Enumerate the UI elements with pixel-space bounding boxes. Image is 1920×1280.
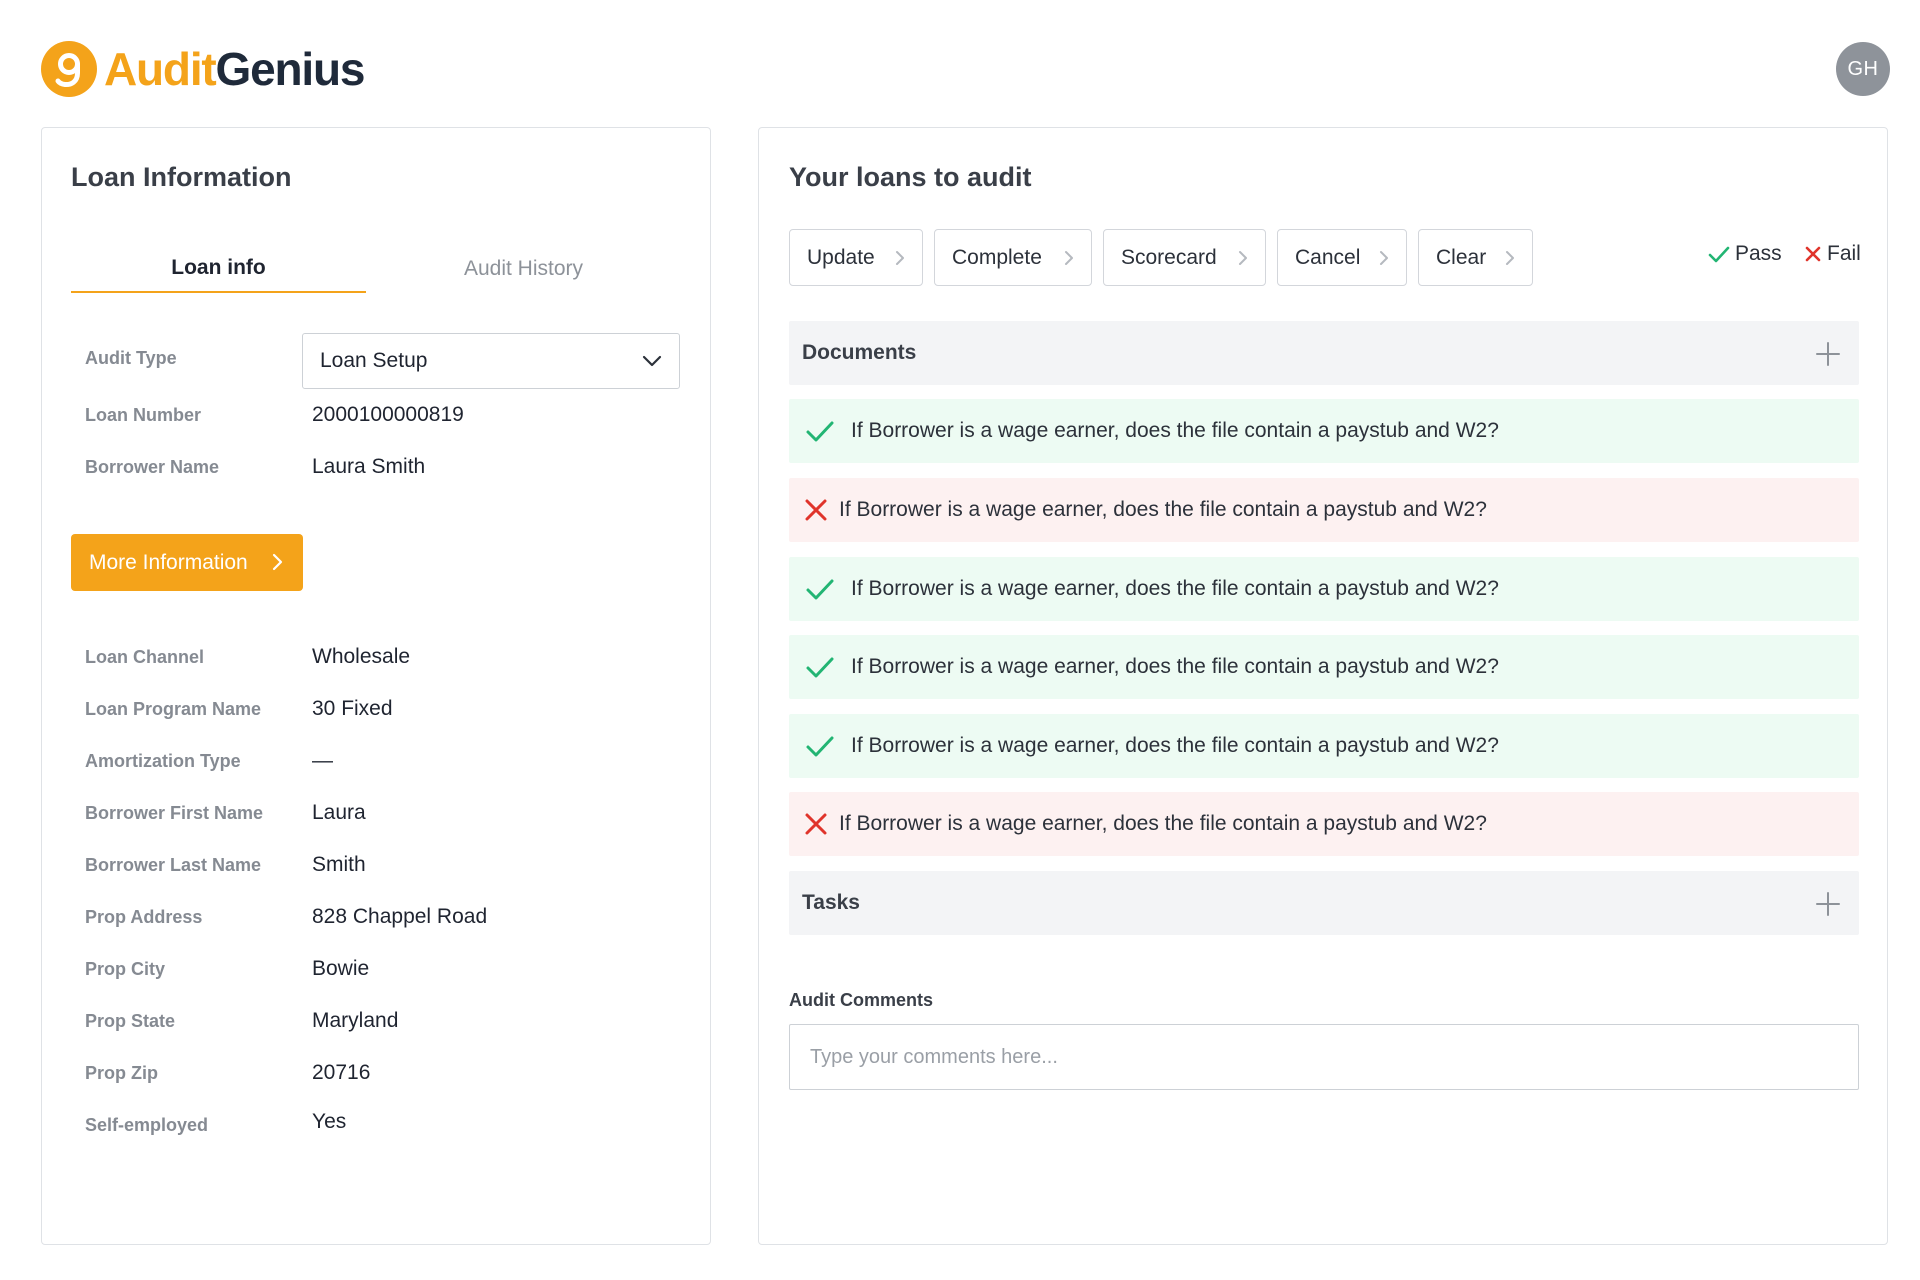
clear-button-label: Clear — [1436, 245, 1487, 269]
borrower-name-label: Borrower Name — [85, 457, 220, 477]
app-name-part1: Audit — [104, 43, 217, 95]
question-row[interactable]: If Borrower is a wage earner, does the f… — [789, 792, 1859, 856]
legend-fail-label: Fail — [1827, 242, 1861, 265]
chevron-right-icon — [1506, 251, 1514, 265]
loan-information-title: Loan Information — [71, 162, 292, 192]
question-text: If Borrower is a wage earner, does the f… — [839, 498, 1487, 521]
chevron-right-icon — [1380, 251, 1388, 265]
audit-type-value: Loan Setup — [320, 349, 428, 372]
loans-to-audit-panel: Your loans to audit Update Complete Scor… — [758, 127, 1888, 1245]
question-text: If Borrower is a wage earner, does the f… — [851, 577, 1499, 600]
question-row[interactable]: If Borrower is a wage earner, does the f… — [789, 635, 1859, 699]
loan-tabs: Loan info Audit History — [71, 245, 681, 293]
borrower-first-name-label: Borrower First Name — [85, 803, 264, 823]
loan-number-value: 2000100000819 — [312, 403, 464, 426]
audit-comments-label: Audit Comments — [789, 990, 933, 1010]
prop-address-value: 828 Chappel Road — [312, 905, 488, 928]
loans-to-audit-title: Your loans to audit — [789, 162, 1032, 192]
user-avatar[interactable]: GH — [1836, 42, 1890, 96]
prop-zip-value: 20716 — [312, 1061, 371, 1084]
cancel-button[interactable]: Cancel — [1277, 229, 1407, 286]
legend-fail: Fail — [1803, 242, 1861, 266]
cancel-button-label: Cancel — [1295, 245, 1361, 269]
check-icon — [806, 657, 834, 678]
loan-program-name-label: Loan Program Name — [85, 699, 262, 719]
prop-address-label: Prop Address — [85, 907, 203, 927]
question-text: If Borrower is a wage earner, does the f… — [851, 655, 1499, 678]
complete-button-label: Complete — [952, 245, 1042, 269]
loan-number-label: Loan Number — [85, 405, 202, 425]
question-text: If Borrower is a wage earner, does the f… — [851, 419, 1499, 442]
plus-icon[interactable] — [1815, 341, 1841, 367]
question-row[interactable]: If Borrower is a wage earner, does the f… — [789, 478, 1859, 542]
audit-type-label: Audit Type — [85, 348, 177, 368]
self-employed-label: Self-employed — [85, 1115, 209, 1135]
question-row[interactable]: If Borrower is a wage earner, does the f… — [789, 557, 1859, 621]
prop-city-label: Prop City — [85, 959, 166, 979]
plus-icon[interactable] — [1815, 891, 1841, 917]
documents-section[interactable]: Documents — [789, 321, 1859, 385]
tasks-section[interactable]: Tasks — [789, 871, 1859, 935]
chevron-right-icon — [1065, 251, 1073, 265]
documents-label: Documents — [802, 341, 917, 364]
x-icon — [1805, 246, 1821, 262]
prop-state-label: Prop State — [85, 1011, 176, 1031]
app-name-part2: Genius — [215, 43, 366, 95]
tab-audit-history[interactable]: Audit History — [366, 245, 681, 293]
borrower-name-value: Laura Smith — [312, 455, 426, 478]
chevron-down-icon — [642, 355, 662, 367]
question-text: If Borrower is a wage earner, does the f… — [851, 734, 1499, 757]
chevron-right-icon — [272, 553, 283, 571]
clear-button[interactable]: Clear — [1418, 229, 1533, 286]
prop-city-value: Bowie — [312, 957, 370, 980]
chevron-right-icon — [896, 251, 904, 265]
legend-pass-label: Pass — [1735, 242, 1782, 265]
scorecard-button-label: Scorecard — [1121, 245, 1217, 269]
chevron-right-icon — [1239, 251, 1247, 265]
tasks-label: Tasks — [802, 891, 860, 914]
app-logo: AuditGenius — [40, 40, 366, 98]
borrower-first-name-value: Laura — [312, 801, 366, 824]
scorecard-button[interactable]: Scorecard — [1103, 229, 1266, 286]
complete-button[interactable]: Complete — [934, 229, 1092, 286]
question-row[interactable]: If Borrower is a wage earner, does the f… — [789, 714, 1859, 778]
legend-pass: Pass — [1707, 242, 1782, 266]
check-icon — [806, 421, 834, 442]
prop-state-value: Maryland — [312, 1009, 399, 1032]
app-name: AuditGenius — [104, 40, 366, 98]
prop-zip-label: Prop Zip — [85, 1063, 158, 1083]
loan-program-name-value: 30 Fixed — [312, 697, 393, 720]
borrower-last-name-label: Borrower Last Name — [85, 855, 262, 875]
self-employed-value: Yes — [312, 1110, 347, 1133]
loan-channel-label: Loan Channel — [85, 647, 205, 667]
borrower-last-name-value: Smith — [312, 853, 366, 876]
tab-loan-info[interactable]: Loan info — [71, 245, 366, 293]
more-information-label: More Information — [89, 550, 248, 574]
check-icon — [1708, 246, 1730, 263]
amortization-type-value: — — [312, 749, 333, 772]
update-button[interactable]: Update — [789, 229, 923, 286]
loan-information-panel: Loan Information Loan info Audit History… — [41, 127, 711, 1245]
loan-channel-value: Wholesale — [312, 645, 411, 668]
audit-comments-input[interactable] — [789, 1024, 1859, 1090]
question-row[interactable]: If Borrower is a wage earner, does the f… — [789, 399, 1859, 463]
audit-type-select[interactable]: Loan Setup — [302, 333, 680, 389]
logo-mark-icon — [41, 41, 97, 97]
x-icon — [805, 813, 827, 835]
check-icon — [806, 579, 834, 600]
amortization-type-label: Amortization Type — [85, 751, 241, 771]
question-text: If Borrower is a wage earner, does the f… — [839, 812, 1487, 835]
x-icon — [805, 499, 827, 521]
update-button-label: Update — [807, 245, 875, 269]
check-icon — [806, 736, 834, 757]
more-information-button[interactable]: More Information — [71, 534, 303, 591]
